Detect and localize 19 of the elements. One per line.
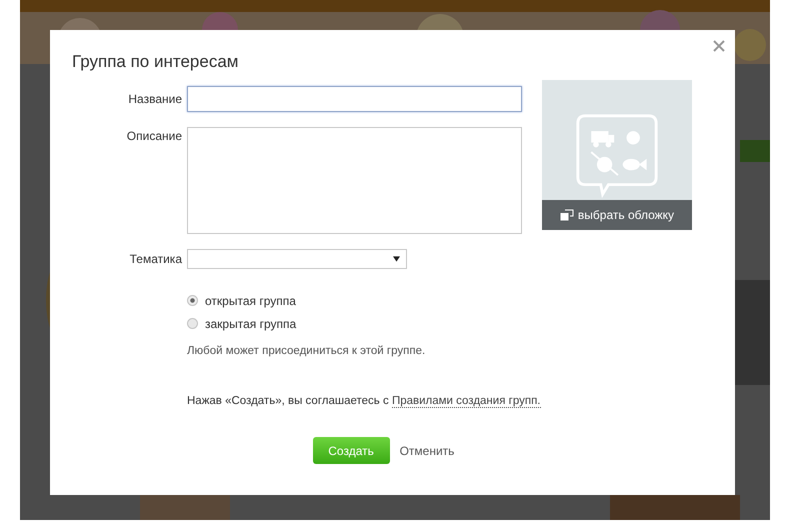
photo-icon xyxy=(560,209,574,221)
dialog-button[interactable]: Отменить xyxy=(400,437,454,464)
dialog-title: Группа по интересам xyxy=(72,52,240,72)
privacy-hint: Любой может присоединиться к этой группе. xyxy=(187,345,426,357)
choose-cover-button[interactable]: выбрать обложку xyxy=(542,200,692,230)
radio-label[interactable]: закрытая группа xyxy=(205,316,296,330)
input-field[interactable] xyxy=(187,86,522,112)
cover-placeholder[interactable]: выбрать обложку xyxy=(542,80,692,230)
radio-button[interactable] xyxy=(187,318,198,329)
field-label: Тематика xyxy=(128,251,182,268)
close-icon[interactable] xyxy=(713,40,725,52)
input-field[interactable] xyxy=(187,127,522,234)
radio-label[interactable]: открытая группа xyxy=(205,294,296,308)
field-label: Название xyxy=(127,91,182,108)
rules-link[interactable]: Правилами создания групп. xyxy=(392,395,540,408)
caret-icon xyxy=(393,256,400,262)
radio-button[interactable] xyxy=(187,295,198,306)
field-label: Описание xyxy=(126,128,182,145)
dropdown[interactable] xyxy=(187,249,407,269)
